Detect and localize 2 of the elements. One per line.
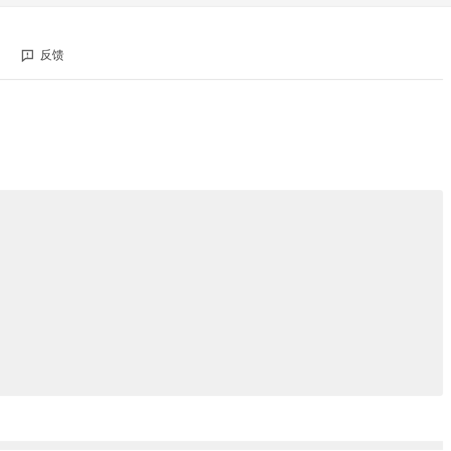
feedback-link[interactable]: 反馈 — [21, 46, 64, 64]
feedback-icon — [21, 48, 34, 62]
